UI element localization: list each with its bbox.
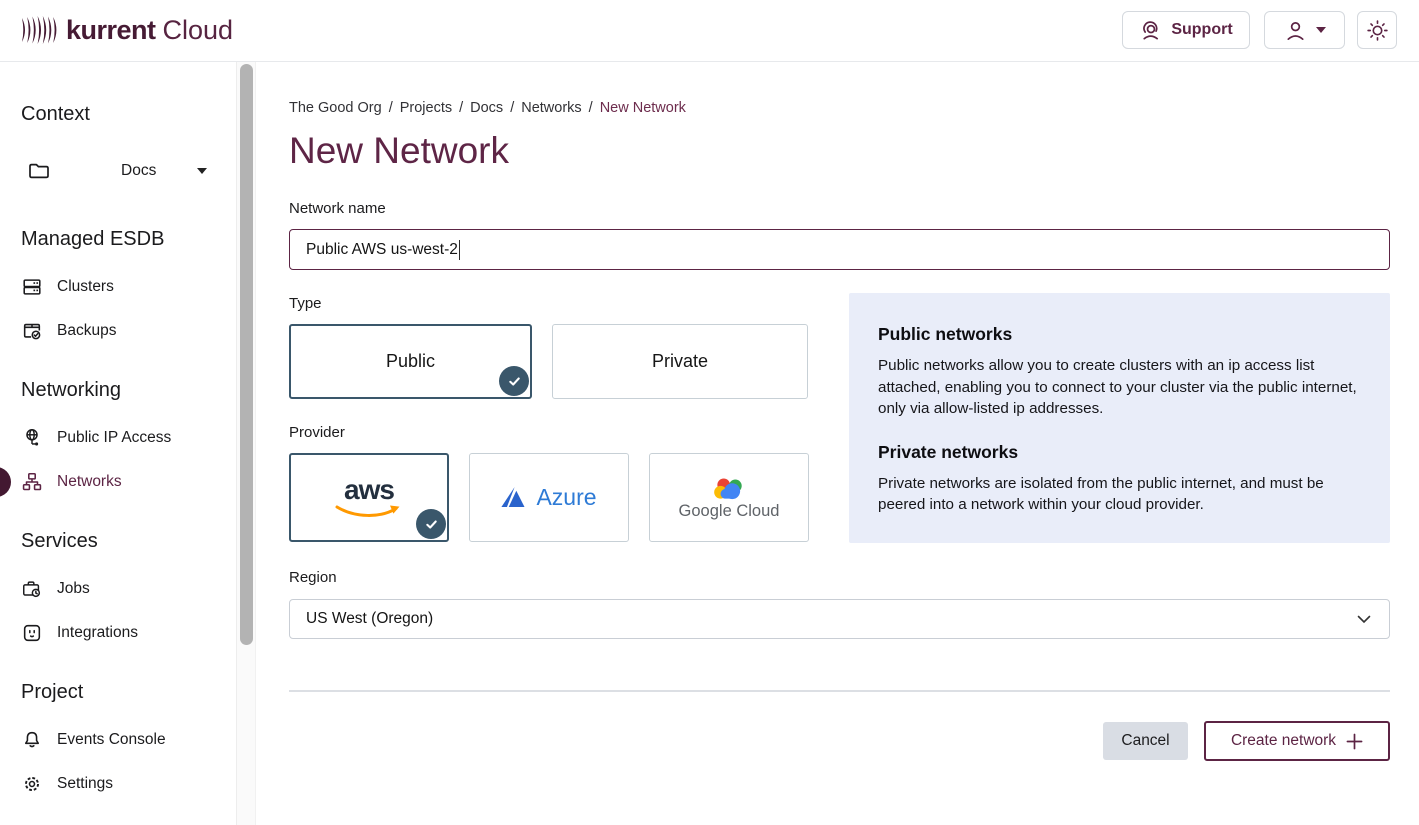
globe-network-icon bbox=[21, 427, 43, 449]
sidebar-context-selector-docs[interactable]: Docs bbox=[21, 156, 228, 186]
sidebar-item-label: Settings bbox=[57, 775, 113, 793]
outlet-icon bbox=[21, 622, 43, 644]
plus-icon bbox=[1346, 733, 1363, 750]
type-option-private[interactable]: Private bbox=[552, 324, 808, 399]
sidebar-heading-context: Context bbox=[21, 103, 90, 126]
provider-label: Provider bbox=[289, 424, 345, 441]
main-content: The Good Org/Projects/Docs/Networks/New … bbox=[256, 62, 1419, 825]
breadcrumb-item-networks[interactable]: Networks bbox=[521, 100, 581, 116]
sidebar-scrollbar[interactable] bbox=[236, 62, 256, 825]
sidebar-item-jobs[interactable]: Jobs bbox=[21, 574, 228, 604]
sidebar-item-events-console[interactable]: Events Console bbox=[21, 725, 228, 755]
clusters-icon bbox=[21, 276, 43, 298]
sidebar-item-label: Events Console bbox=[57, 731, 166, 749]
chevron-down-icon bbox=[1316, 27, 1326, 33]
sidebar: Context Docs Managed ESDB Clusters Backu… bbox=[0, 62, 236, 825]
sidebar-item-networks[interactable]: Networks bbox=[21, 467, 228, 497]
logo-brand-text: kurrent bbox=[66, 15, 156, 46]
type-label: Type bbox=[289, 295, 322, 312]
page-title: New Network bbox=[289, 130, 509, 172]
google-cloud-logo: Google Cloud bbox=[679, 475, 780, 521]
network-name-input[interactable]: Public AWS us-west-2 bbox=[289, 229, 1390, 270]
selected-check-badge bbox=[499, 366, 529, 396]
create-network-button[interactable]: Create network bbox=[1204, 721, 1390, 761]
chevron-down-icon bbox=[1357, 615, 1371, 624]
context-selected-label: Docs bbox=[121, 162, 156, 180]
breadcrumb-item-org[interactable]: The Good Org bbox=[289, 100, 382, 116]
sidebar-heading-networking: Networking bbox=[21, 379, 121, 402]
sidebar-heading-services: Services bbox=[21, 530, 98, 553]
sidebar-item-clusters[interactable]: Clusters bbox=[21, 272, 228, 302]
footer-divider bbox=[289, 690, 1390, 692]
network-name-value: Public AWS us-west-2 bbox=[306, 241, 458, 259]
check-icon bbox=[424, 517, 439, 532]
sidebar-item-label: Clusters bbox=[57, 278, 114, 296]
create-network-label: Create network bbox=[1231, 732, 1336, 750]
user-icon bbox=[1284, 19, 1307, 42]
support-button[interactable]: Support bbox=[1122, 11, 1250, 49]
sidebar-item-label: Jobs bbox=[57, 580, 90, 598]
scrollbar-thumb[interactable] bbox=[240, 64, 253, 645]
text-cursor bbox=[459, 240, 461, 260]
google-cloud-mark-icon bbox=[711, 475, 747, 501]
theme-toggle-button[interactable] bbox=[1357, 11, 1397, 49]
info-body-private: Private networks are isolated from the p… bbox=[878, 473, 1361, 516]
sidebar-item-backups[interactable]: Backups bbox=[21, 316, 228, 346]
cancel-button[interactable]: Cancel bbox=[1103, 722, 1188, 760]
type-option-public[interactable]: Public bbox=[289, 324, 532, 399]
breadcrumb-current: New Network bbox=[600, 100, 686, 116]
chevron-down-icon bbox=[197, 168, 207, 174]
check-icon bbox=[507, 374, 522, 389]
network-types-info-panel: Public networks Public networks allow yo… bbox=[849, 293, 1390, 543]
breadcrumb: The Good Org/Projects/Docs/Networks/New … bbox=[289, 100, 686, 116]
region-label: Region bbox=[289, 569, 337, 586]
kurrent-waves-icon bbox=[20, 13, 60, 47]
headset-icon bbox=[1139, 19, 1162, 42]
azure-logo: Azure bbox=[501, 484, 596, 511]
region-select[interactable]: US West (Oregon) bbox=[289, 599, 1390, 639]
sidebar-heading-project: Project bbox=[21, 681, 83, 704]
top-header: kurrent Cloud Support bbox=[0, 0, 1419, 62]
network-tree-icon bbox=[21, 471, 43, 493]
info-heading-public: Public networks bbox=[878, 324, 1361, 345]
azure-mark-icon bbox=[501, 487, 527, 508]
breadcrumb-item-projects[interactable]: Projects bbox=[400, 100, 452, 116]
briefcase-clock-icon bbox=[21, 578, 43, 600]
bell-icon bbox=[21, 729, 43, 751]
type-option-label: Public bbox=[386, 351, 435, 372]
info-heading-private: Private networks bbox=[878, 442, 1361, 463]
user-menu-button[interactable] bbox=[1264, 11, 1345, 49]
type-option-label: Private bbox=[652, 351, 708, 372]
selected-check-badge bbox=[416, 509, 446, 539]
provider-option-azure[interactable]: Azure bbox=[469, 453, 629, 542]
sidebar-item-label: Networks bbox=[57, 473, 122, 491]
support-label: Support bbox=[1171, 21, 1232, 39]
aws-logo: aws bbox=[333, 476, 405, 520]
backups-icon bbox=[21, 320, 43, 342]
aws-smile-icon bbox=[333, 504, 405, 520]
sidebar-item-public-ip-access[interactable]: Public IP Access bbox=[21, 423, 228, 453]
sun-icon bbox=[1366, 19, 1389, 42]
sidebar-item-integrations[interactable]: Integrations bbox=[21, 618, 228, 648]
provider-option-aws[interactable]: aws bbox=[289, 453, 449, 542]
sidebar-item-label: Backups bbox=[57, 322, 116, 340]
breadcrumb-item-docs[interactable]: Docs bbox=[470, 100, 503, 116]
network-name-label: Network name bbox=[289, 200, 386, 217]
region-selected-value: US West (Oregon) bbox=[306, 610, 433, 628]
active-item-indicator bbox=[0, 467, 11, 497]
sidebar-item-label: Public IP Access bbox=[57, 429, 171, 447]
sidebar-heading-managed-esdb: Managed ESDB bbox=[21, 228, 164, 251]
logo-suffix-text: Cloud bbox=[163, 15, 234, 46]
folder-icon bbox=[27, 159, 51, 183]
kurrent-cloud-logo[interactable]: kurrent Cloud bbox=[20, 13, 233, 47]
provider-option-google-cloud[interactable]: Google Cloud bbox=[649, 453, 809, 542]
gear-icon bbox=[21, 773, 43, 795]
sidebar-item-label: Integrations bbox=[57, 624, 138, 642]
sidebar-item-settings[interactable]: Settings bbox=[21, 769, 228, 799]
info-body-public: Public networks allow you to create clus… bbox=[878, 355, 1361, 420]
